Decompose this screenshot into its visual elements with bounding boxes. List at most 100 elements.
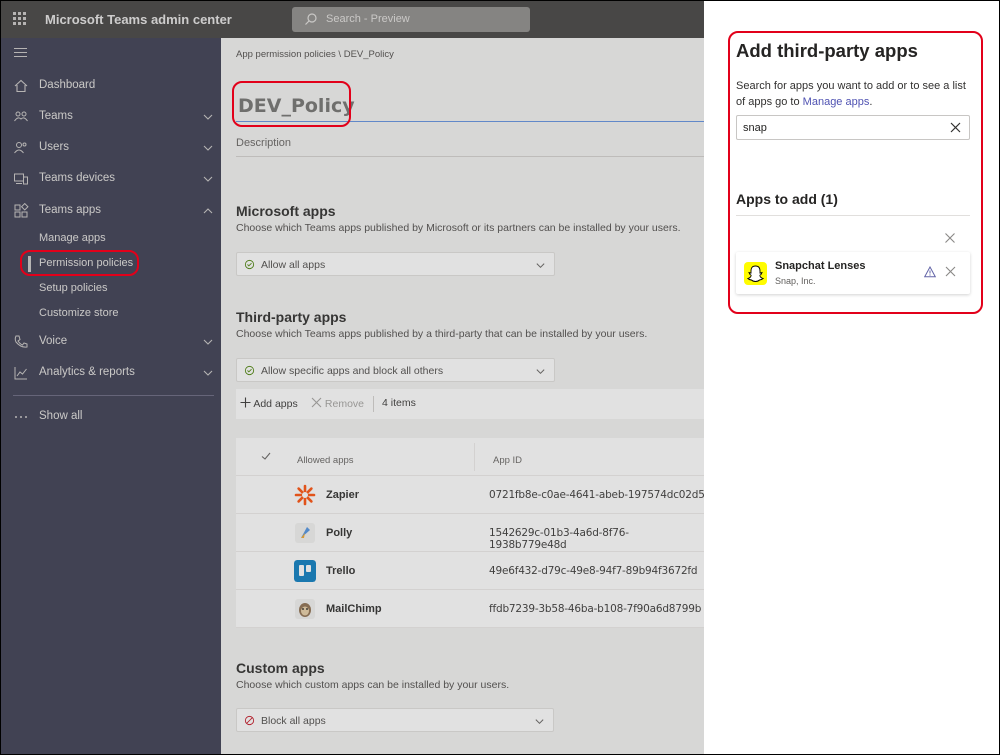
highlight-panel [728,31,983,314]
table-row[interactable]: Trello 49e6f432-d79c-49e8-94f7-89b94f367… [236,552,704,590]
sidebar-item-label: Dashboard [39,79,96,91]
sidebar-item-teams-apps[interactable]: Teams apps [1,197,221,225]
chevron-down-icon [203,370,213,376]
app-name: Polly [326,527,353,539]
polly-icon [295,523,315,543]
app-id: ffdb7239-3b58-46ba-b108-7f90a6d8799b [489,603,702,615]
mailchimp-icon [295,599,315,619]
sidebar-item-label: Teams [39,110,73,122]
sidebar-divider [13,395,214,396]
chevron-down-icon [203,339,213,345]
column-header-app-id[interactable]: App ID [493,455,522,466]
app-id: 1542629c-01b3-4a6d-8f76-1938b779e48d [489,527,629,551]
sidebar-subitem-setup-policies[interactable]: Setup policies [1,277,221,301]
command-bar: Add apps Remove 4 items [236,389,704,419]
sidebar-item-show-all[interactable]: Show all [1,403,221,431]
sidebar-item-analytics-reports[interactable]: Analytics & reports [1,359,221,387]
breadcrumb[interactable]: App permission policies \ DEV_Policy [236,49,394,60]
highlight-policy-name [232,81,351,127]
app-name: Zapier [326,489,360,501]
chevron-down-icon [203,145,213,151]
table-header: Allowed apps App ID [236,438,704,476]
sidebar-item-voice[interactable]: Voice [1,328,221,356]
chevron-down-icon [536,263,545,269]
app-launcher-icon[interactable] [13,12,27,26]
highlight-permission-policies [20,250,139,276]
sidebar-subitem-customize-store[interactable]: Customize store [1,302,221,326]
trello-icon [294,560,316,582]
sidebar-item-dashboard[interactable]: Dashboard [1,72,221,100]
app-title: Microsoft Teams admin center [45,12,232,27]
more-icon [15,416,27,418]
app-id: 49e6f432-d79c-49e8-94f7-89b94f3672fd [489,565,698,577]
sidebar-item-label: Customize store [39,307,119,319]
plus-icon [240,397,251,408]
teams-icon [14,111,28,122]
add-third-party-apps-panel: Add third-party apps Search for apps you… [704,1,999,754]
add-apps-button[interactable]: Add apps [240,397,298,410]
devices-icon [14,173,28,185]
description-input[interactable]: Description [236,135,704,157]
item-count: 4 items [382,397,416,409]
app-id: 0721fb8e-c0ae-4641-abeb-197574dc02d5 [489,489,704,501]
remove-label: Remove [324,398,365,410]
main-content: App permission policies \ DEV_Policy DEV… [221,38,704,754]
app-name: Trello [326,565,356,577]
check-circle-icon [244,365,255,376]
chevron-down-icon [203,176,213,182]
table-row[interactable]: Zapier 0721fb8e-c0ae-4641-abeb-197574dc0… [236,476,704,514]
search-placeholder: Search - Preview [326,13,410,25]
block-icon [244,715,255,726]
sidebar-item-users[interactable]: Users [1,134,221,162]
microsoft-apps-dropdown[interactable]: Allow all apps [236,252,555,276]
sidebar-item-label: Manage apps [39,232,106,244]
sidebar: Dashboard Teams Users Teams devices Team… [1,38,221,754]
microsoft-apps-title: Microsoft apps [236,203,336,219]
sidebar-item-label: Setup policies [39,282,108,294]
hamburger-menu-icon[interactable] [14,48,27,58]
allowed-apps-table: Allowed apps App ID Zapier 0721fb8e-c0ae… [236,438,704,628]
sidebar-item-label: Teams devices [39,172,116,184]
global-search-input[interactable]: Search - Preview [292,7,530,32]
custom-apps-subtitle: Choose which custom apps can be installe… [236,679,510,691]
sidebar-item-label: Analytics & reports [39,366,135,378]
apps-icon [14,203,29,218]
microsoft-apps-subtitle: Choose which Teams apps published by Mic… [236,222,681,234]
top-bar: Microsoft Teams admin center Search - Pr… [1,1,704,38]
sidebar-item-label: Teams apps [39,204,102,216]
third-party-apps-subtitle: Choose which Teams apps published by a t… [236,328,648,340]
custom-apps-dropdown[interactable]: Block all apps [236,708,554,732]
description-placeholder: Description [236,137,292,149]
select-all-checkbox[interactable] [260,450,272,462]
chevron-down-icon [203,114,213,120]
sidebar-subitem-manage-apps[interactable]: Manage apps [1,227,221,251]
custom-apps-title: Custom apps [236,660,325,676]
dropdown-value: Block all apps [261,715,326,727]
phone-icon [14,335,28,348]
sidebar-item-label: Voice [39,335,68,347]
chevron-down-icon [536,369,545,375]
add-apps-label: Add apps [253,398,298,410]
dropdown-value: Allow specific apps and block all others [261,365,444,377]
sidebar-item-teams[interactable]: Teams [1,103,221,131]
zapier-icon [294,484,316,506]
home-icon [14,79,28,93]
third-party-apps-title: Third-party apps [236,309,347,325]
users-icon [14,142,27,154]
table-row[interactable]: Polly 1542629c-01b3-4a6d-8f76-1938b779e4… [236,514,704,552]
analytics-icon [14,367,27,380]
column-separator [474,443,475,471]
chevron-down-icon [535,719,544,725]
sidebar-item-teams-devices[interactable]: Teams devices [1,165,221,193]
command-separator [373,396,374,412]
check-circle-icon [244,259,255,270]
third-party-apps-dropdown[interactable]: Allow specific apps and block all others [236,358,555,382]
remove-button[interactable]: Remove [311,397,364,410]
column-header-allowed-apps[interactable]: Allowed apps [297,455,354,466]
sidebar-item-label: Show all [39,410,83,422]
chevron-up-icon [203,208,213,214]
table-row[interactable]: MailChimp ffdb7239-3b58-46ba-b108-7f90a6… [236,590,704,628]
sidebar-item-label: Users [39,141,70,153]
screen: Microsoft Teams admin center Search - Pr… [0,0,1000,755]
search-icon [305,13,317,25]
